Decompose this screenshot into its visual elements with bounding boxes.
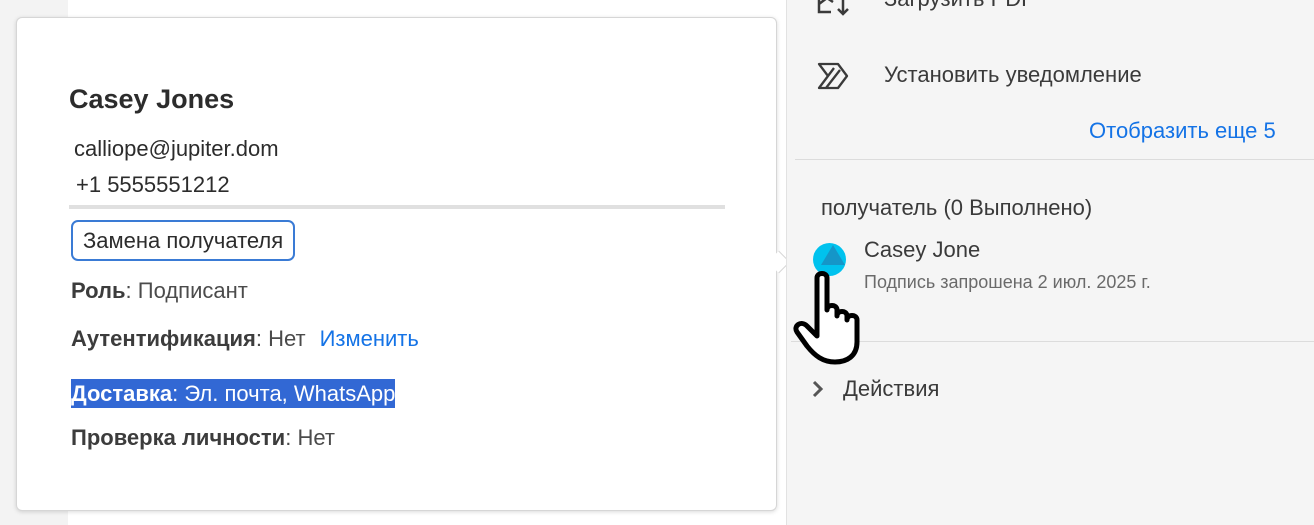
identity-label: Проверка личности xyxy=(71,425,286,450)
auth-value: Нет xyxy=(268,326,306,351)
delivery-label: Доставка xyxy=(71,381,173,406)
delivery-selection: Доставка: Эл. почта, WhatsApp xyxy=(71,379,396,408)
show-more-link[interactable]: Отобразить еще 5 xyxy=(1089,118,1276,144)
divider xyxy=(69,205,725,209)
recipient-email: calliope@jupiter.dom xyxy=(74,136,279,161)
reminder-icon xyxy=(817,62,849,90)
recipients-header: получатель (0 Выполнено) xyxy=(821,195,1093,220)
role-row: Роль: Подписант xyxy=(71,278,248,303)
delivery-value: Эл. почта, WhatsApp xyxy=(184,381,396,406)
auth-row: Аутентификация: Нет Изменить xyxy=(71,326,419,351)
recipient-popover: Casey Jones calliope@jupiter.dom +1 5555… xyxy=(16,17,791,511)
chevron-right-icon xyxy=(812,380,824,398)
auth-label: Аутентификация xyxy=(71,326,256,351)
recipient-list-name[interactable]: Casey Jone xyxy=(864,237,980,263)
recipient-name: Casey Jones xyxy=(69,84,235,114)
download-icon xyxy=(817,0,849,16)
recipient-status: Подпись запрошена 2 июл. 2025 г. xyxy=(864,272,1151,292)
download-pdf-label: Загрузить PDF xyxy=(884,0,1035,12)
recipient-phone: +1 5555551212 xyxy=(76,172,230,197)
replace-recipient-button[interactable]: Замена получателя xyxy=(71,220,296,261)
separator xyxy=(795,159,1314,160)
hand-cursor-icon xyxy=(793,271,860,365)
change-auth-link[interactable]: Изменить xyxy=(320,326,419,351)
separator xyxy=(791,341,1314,342)
actions-label: Действия xyxy=(843,376,940,401)
role-value: Подписант xyxy=(137,278,248,303)
delivery-row: Доставка: Эл. почта, WhatsApp xyxy=(71,379,396,408)
right-panel: Загрузить PDF Установить уведомление Ото… xyxy=(786,0,1314,525)
identity-value: Нет xyxy=(297,425,335,450)
set-reminder-label: Установить уведомление xyxy=(884,62,1142,87)
identity-row: Проверка личности: Нет xyxy=(71,425,335,450)
role-label: Роль xyxy=(71,278,126,303)
